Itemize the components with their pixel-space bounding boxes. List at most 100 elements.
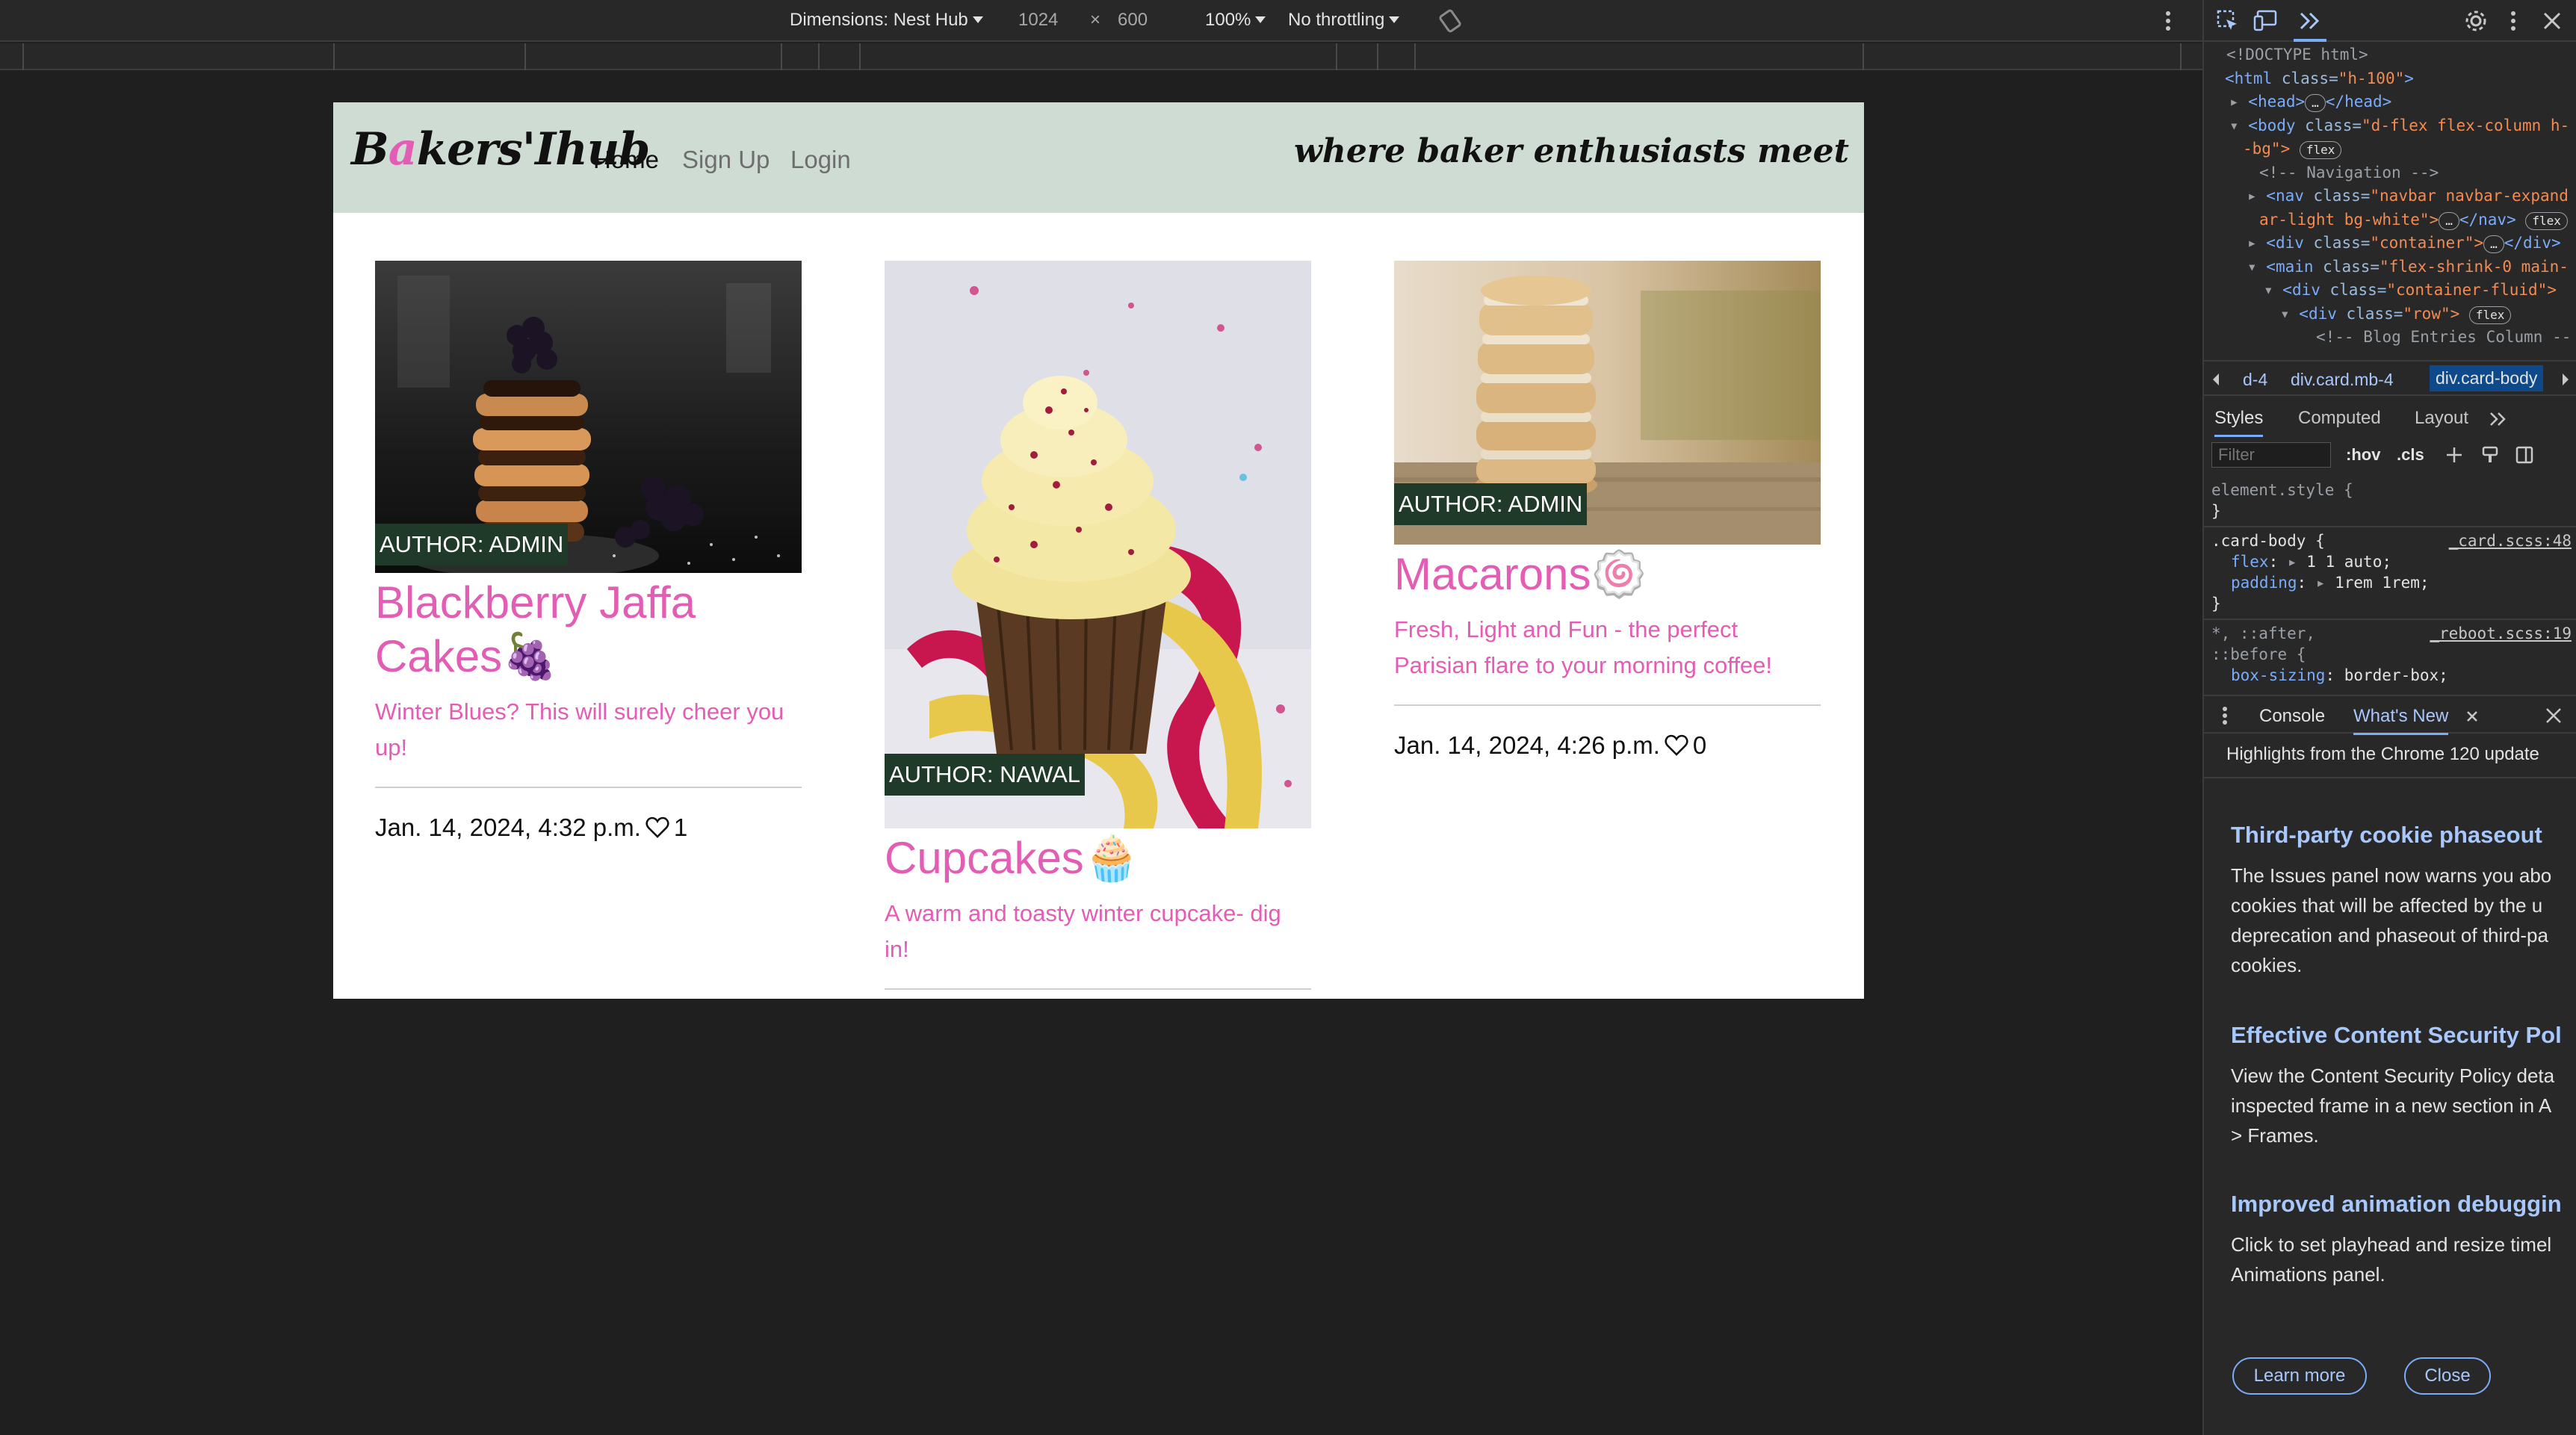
- elements-tree: <!DOCTYPE html> <html class="h-100"> ▸ <…: [2204, 43, 2576, 357]
- post-title[interactable]: Cupcakes🧁: [885, 831, 1311, 885]
- devtools-panel: <!DOCTYPE html> <html class="h-100"> ▸ <…: [2202, 0, 2576, 1435]
- dom-comment-nav[interactable]: <!-- Navigation -->: [2204, 161, 2576, 185]
- styles-filter-bar: :hov .cls: [2204, 436, 2576, 474]
- source-link[interactable]: _card.scss:48: [2449, 530, 2572, 551]
- tab-layout[interactable]: Layout: [2415, 408, 2468, 429]
- styles-pane: element.style { } _card.scss:48 .card-bo…: [2204, 477, 2576, 693]
- chevron-right-icon[interactable]: [2560, 372, 2572, 387]
- plus-icon[interactable]: [2445, 445, 2464, 465]
- chevron-left-icon[interactable]: [2210, 372, 2222, 387]
- post-card[interactable]: AUTHOR: ADMIN Macarons🍥 Fresh, Light and…: [1394, 261, 1821, 760]
- more-options-icon[interactable]: [2161, 9, 2176, 33]
- device-toolbar: Dimensions: Nest Hub 1024 × 600 100% No …: [0, 0, 2202, 42]
- post-meta: Jan. 14, 2024, 4:32 p.m. 1: [375, 813, 802, 842]
- close-drawer-icon[interactable]: [2545, 707, 2563, 725]
- dom-html[interactable]: <html class="h-100">: [2204, 67, 2576, 91]
- reboot-rule[interactable]: _reboot.scss:19 *, ::after, ::before { b…: [2204, 620, 2576, 690]
- breadcrumb: d-4 div.card.mb-4 div.card-body: [2204, 360, 2576, 396]
- dom-main[interactable]: ▾ <main class="flex-shrink-0 main-: [2204, 255, 2576, 279]
- inspect-element-icon[interactable]: [2216, 9, 2240, 33]
- close-icon[interactable]: [2542, 10, 2563, 31]
- hov-toggle[interactable]: :hov: [2346, 445, 2380, 465]
- dom-container-fluid[interactable]: ▾ <div class="container-fluid">: [2204, 279, 2576, 303]
- dom-container[interactable]: ▸ <div class="container">… </div>: [2204, 232, 2576, 255]
- dom-body-cont: -bg"> flex: [2204, 137, 2576, 161]
- styles-filter-input[interactable]: [2211, 442, 2331, 468]
- gear-icon[interactable]: [2464, 9, 2488, 33]
- post-image: AUTHOR: NAWAL: [885, 261, 1311, 828]
- more-tabs-icon[interactable]: [2298, 10, 2322, 31]
- sidebar-toggle-icon[interactable]: [2515, 445, 2534, 465]
- rotate-icon[interactable]: [1437, 7, 1464, 34]
- post-date: Jan. 14, 2024, 4:32 p.m.: [375, 813, 641, 841]
- close-tab-icon[interactable]: [2465, 710, 2479, 723]
- height-input[interactable]: 600: [1118, 10, 1148, 31]
- dom-nav-cont: ar-light bg-white">… </nav> flex: [2204, 208, 2576, 232]
- author-badge: AUTHOR: NAWAL: [885, 754, 1086, 796]
- post-title[interactable]: Blackberry Jaffa Cakes🍇: [375, 576, 802, 684]
- section-body: The Issues panel now warns you abo cooki…: [2231, 864, 2552, 976]
- element-style-rule[interactable]: element.style { }: [2204, 477, 2576, 527]
- tab-styles[interactable]: Styles: [2214, 408, 2264, 437]
- throttling-dropdown[interactable]: No throttling: [1288, 10, 1400, 31]
- divider: [2204, 777, 2576, 778]
- post-title[interactable]: Macarons🍥: [1394, 548, 1821, 601]
- heart-icon[interactable]: [645, 816, 669, 839]
- zoom-dropdown[interactable]: 100%: [1205, 10, 1266, 31]
- styles-subtabs: Styles Computed Layout: [2204, 397, 2576, 437]
- section-title[interactable]: Effective Content Security Pol: [2231, 1022, 2562, 1049]
- nav-home-link[interactable]: Home: [593, 146, 659, 174]
- width-input[interactable]: 1024: [1018, 10, 1058, 31]
- cls-toggle[interactable]: .cls: [2397, 445, 2424, 465]
- site-tagline: where baker enthusiasts meet: [1294, 132, 1849, 170]
- nav-login-link[interactable]: Login: [790, 146, 851, 174]
- author-badge: AUTHOR: ADMIN: [1394, 483, 1588, 525]
- source-link[interactable]: _reboot.scss:19: [2430, 623, 2572, 644]
- dom-doctype[interactable]: <!DOCTYPE html>: [2204, 43, 2576, 67]
- dom-body[interactable]: ▾ <body class="d-flex flex-column h-: [2204, 114, 2576, 138]
- card-divider: [885, 988, 1311, 990]
- brand-accent: a: [388, 123, 418, 176]
- whats-new-panel: Highlights from the Chrome 120 update Th…: [2204, 735, 2576, 1435]
- chevron-down-icon: [1389, 16, 1400, 23]
- post-meta: Jan. 14, 2024, 4:26 p.m. 0: [1394, 731, 1821, 760]
- whats-new-intro: Highlights from the Chrome 120 update: [2226, 744, 2539, 764]
- post-card[interactable]: AUTHOR: NAWAL Cupcakes🧁 A warm and toast…: [885, 261, 1311, 990]
- breadcrumb-item-selected[interactable]: div.card-body: [2430, 365, 2544, 391]
- dom-comment-blog[interactable]: <!-- Blog Entries Column --: [2204, 326, 2576, 350]
- paint-icon[interactable]: [2480, 445, 2500, 465]
- post-date: Jan. 14, 2024, 4:26 p.m.: [1394, 731, 1660, 759]
- tab-whats-new[interactable]: What's New: [2353, 706, 2449, 735]
- brand-first: B: [351, 123, 389, 176]
- dom-row[interactable]: ▾ <div class="row"> flex: [2204, 303, 2576, 326]
- dom-nav[interactable]: ▸ <nav class="navbar navbar-expand: [2204, 185, 2576, 208]
- dom-head[interactable]: ▸ <head>… </head>: [2204, 90, 2576, 114]
- device-toolbar-icon[interactable]: [2253, 9, 2279, 33]
- breadcrumb-item[interactable]: d-4: [2243, 370, 2267, 390]
- section-title[interactable]: Third-party cookie phaseout: [2231, 822, 2542, 849]
- post-description: Fresh, Light and Fun - the perfect Paris…: [1394, 616, 1773, 678]
- learn-more-button[interactable]: Learn more: [2232, 1357, 2367, 1395]
- tab-console[interactable]: Console: [2259, 706, 2325, 727]
- throttling-label: No throttling: [1288, 10, 1385, 30]
- dimension-separator: ×: [1090, 10, 1101, 30]
- section-title[interactable]: Improved animation debuggin: [2231, 1191, 2562, 1218]
- media-query-ruler: [0, 43, 2202, 70]
- emulated-page: Bakers'Ihub Home Sign Up Login where bak…: [333, 102, 1864, 999]
- post-card[interactable]: AUTHOR: ADMIN Blackberry Jaffa Cakes🍇 Wi…: [375, 261, 802, 842]
- chevron-down-icon: [972, 16, 983, 23]
- dimensions-dropdown[interactable]: Dimensions: Nest Hub: [790, 10, 983, 31]
- breadcrumb-item[interactable]: div.card.mb-4: [2291, 370, 2394, 390]
- drawer-tabs: Console What's New: [2204, 695, 2576, 735]
- tab-computed[interactable]: Computed: [2298, 408, 2381, 429]
- drawer-menu-icon[interactable]: [2220, 705, 2229, 726]
- like-count: 0: [1692, 731, 1707, 759]
- more-options-icon[interactable]: [2507, 9, 2519, 33]
- close-button[interactable]: Close: [2404, 1357, 2491, 1395]
- nav-signup-link[interactable]: Sign Up: [682, 146, 770, 174]
- card-body-rule[interactable]: _card.scss:48 .card-body { flex: ▸ 1 1 a…: [2204, 527, 2576, 620]
- heart-icon[interactable]: [1665, 734, 1688, 757]
- cupcake-image: [885, 261, 1311, 828]
- dimensions-label: Dimensions: Nest Hub: [790, 10, 968, 30]
- more-tabs-icon[interactable]: [2488, 411, 2509, 427]
